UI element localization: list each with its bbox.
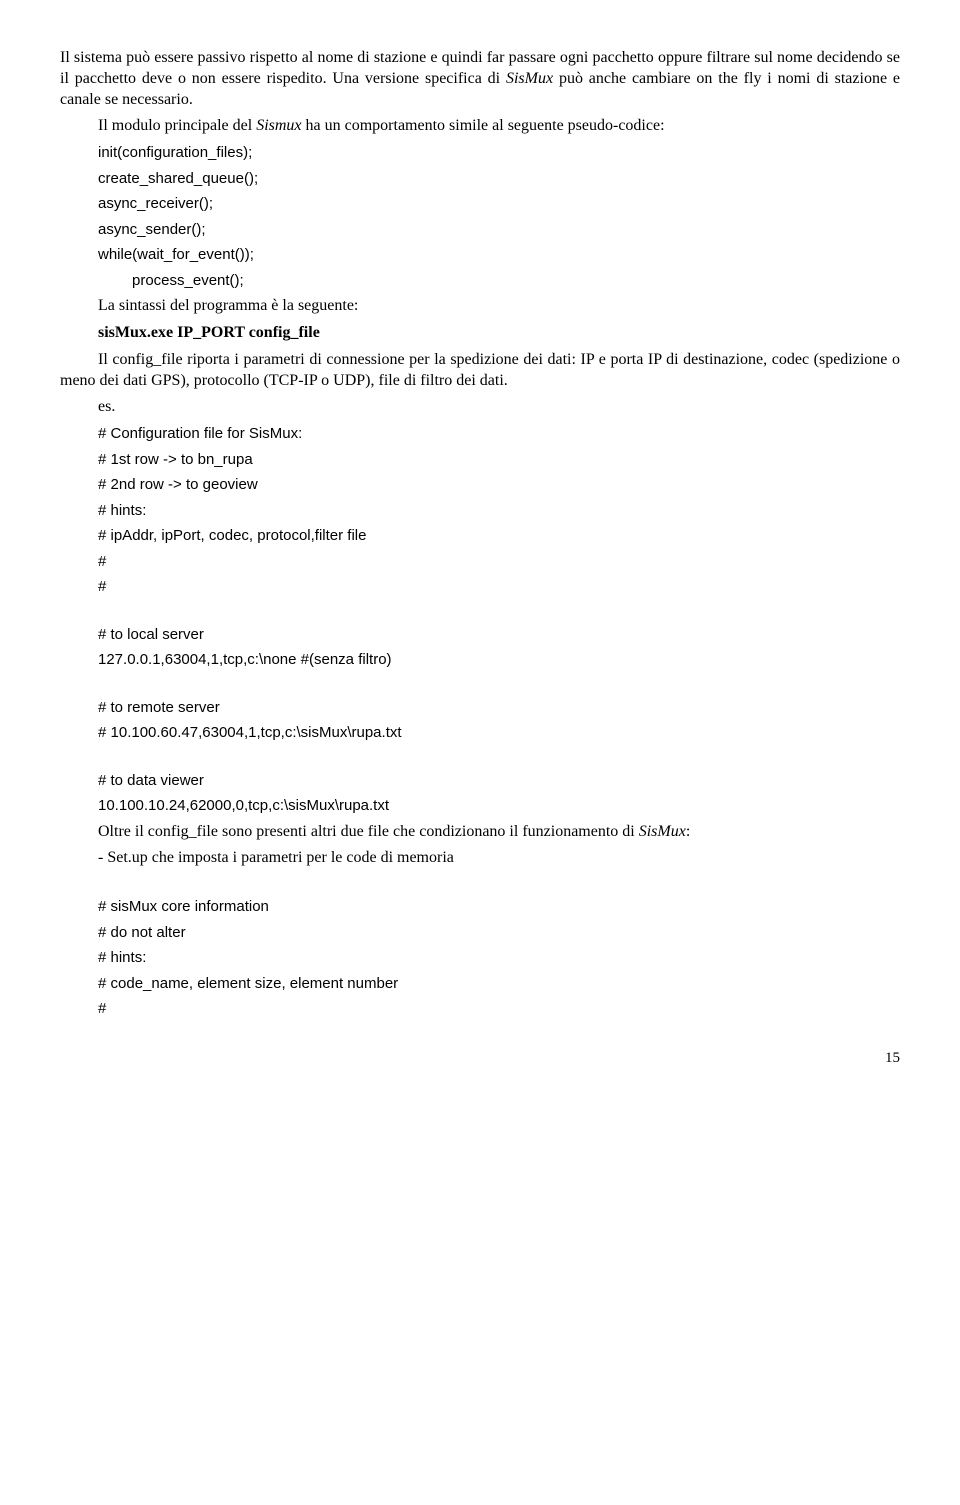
config-line: 127.0.0.1,63004,1,tcp,c:\none #(senza fi… [98, 650, 900, 670]
config-line: # to local server [98, 625, 900, 645]
text: Il modulo principale del [98, 117, 256, 134]
core-line: # [98, 999, 900, 1019]
core-line: # sisMux core information [98, 897, 900, 917]
es-label: es. [98, 397, 900, 418]
paragraph-config-desc: Il config_file riporta i parametri di co… [60, 350, 900, 392]
paragraph-pseudo-intro: Il modulo principale del Sismux ha un co… [98, 116, 900, 137]
code-line: async_sender(); [98, 220, 900, 240]
config-line: # [98, 577, 900, 597]
code-line: while(wait_for_event()); [98, 245, 900, 265]
config-line: # Configuration file for SisMux: [98, 424, 900, 444]
text: ha un comportamento simile al seguente p… [302, 117, 665, 134]
italic-text: Sismux [256, 117, 301, 134]
config-line: # to data viewer [98, 771, 900, 791]
core-line: # hints: [98, 948, 900, 968]
config-line: # 2nd row -> to geoview [98, 475, 900, 495]
code-line: async_receiver(); [98, 194, 900, 214]
paragraph-intro: Il sistema può essere passivo rispetto a… [60, 48, 900, 110]
code-line: init(configuration_files); [98, 143, 900, 163]
paragraph-files: Oltre il config_file sono presenti altri… [98, 822, 900, 843]
core-line: # do not alter [98, 923, 900, 943]
config-line: # ipAddr, ipPort, codec, protocol,filter… [98, 526, 900, 546]
command-line: sisMux.exe IP_PORT config_file [98, 323, 900, 344]
italic-text: SisMux [639, 823, 686, 840]
code-line: process_event(); [132, 271, 900, 291]
config-line: # [98, 552, 900, 572]
config-line: # 10.100.60.47,63004,1,tcp,c:\sisMux\rup… [98, 723, 900, 743]
text: Oltre il config_file sono presenti altri… [98, 823, 639, 840]
code-line: create_shared_queue(); [98, 169, 900, 189]
paragraph-syntax: La sintassi del programma è la seguente: [98, 296, 900, 317]
config-line: # 1st row -> to bn_rupa [98, 450, 900, 470]
italic-text: SisMux [506, 70, 553, 87]
text: Il config_file riporta i parametri di co… [60, 351, 900, 389]
config-line: # hints: [98, 501, 900, 521]
page-number: 15 [60, 1049, 900, 1069]
config-line: 10.100.10.24,62000,0,tcp,c:\sisMux\rupa.… [98, 796, 900, 816]
config-line: # to remote server [98, 698, 900, 718]
paragraph-setup: - Set.up che imposta i parametri per le … [98, 848, 900, 869]
core-line: # code_name, element size, element numbe… [98, 974, 900, 994]
text: : [686, 823, 690, 840]
